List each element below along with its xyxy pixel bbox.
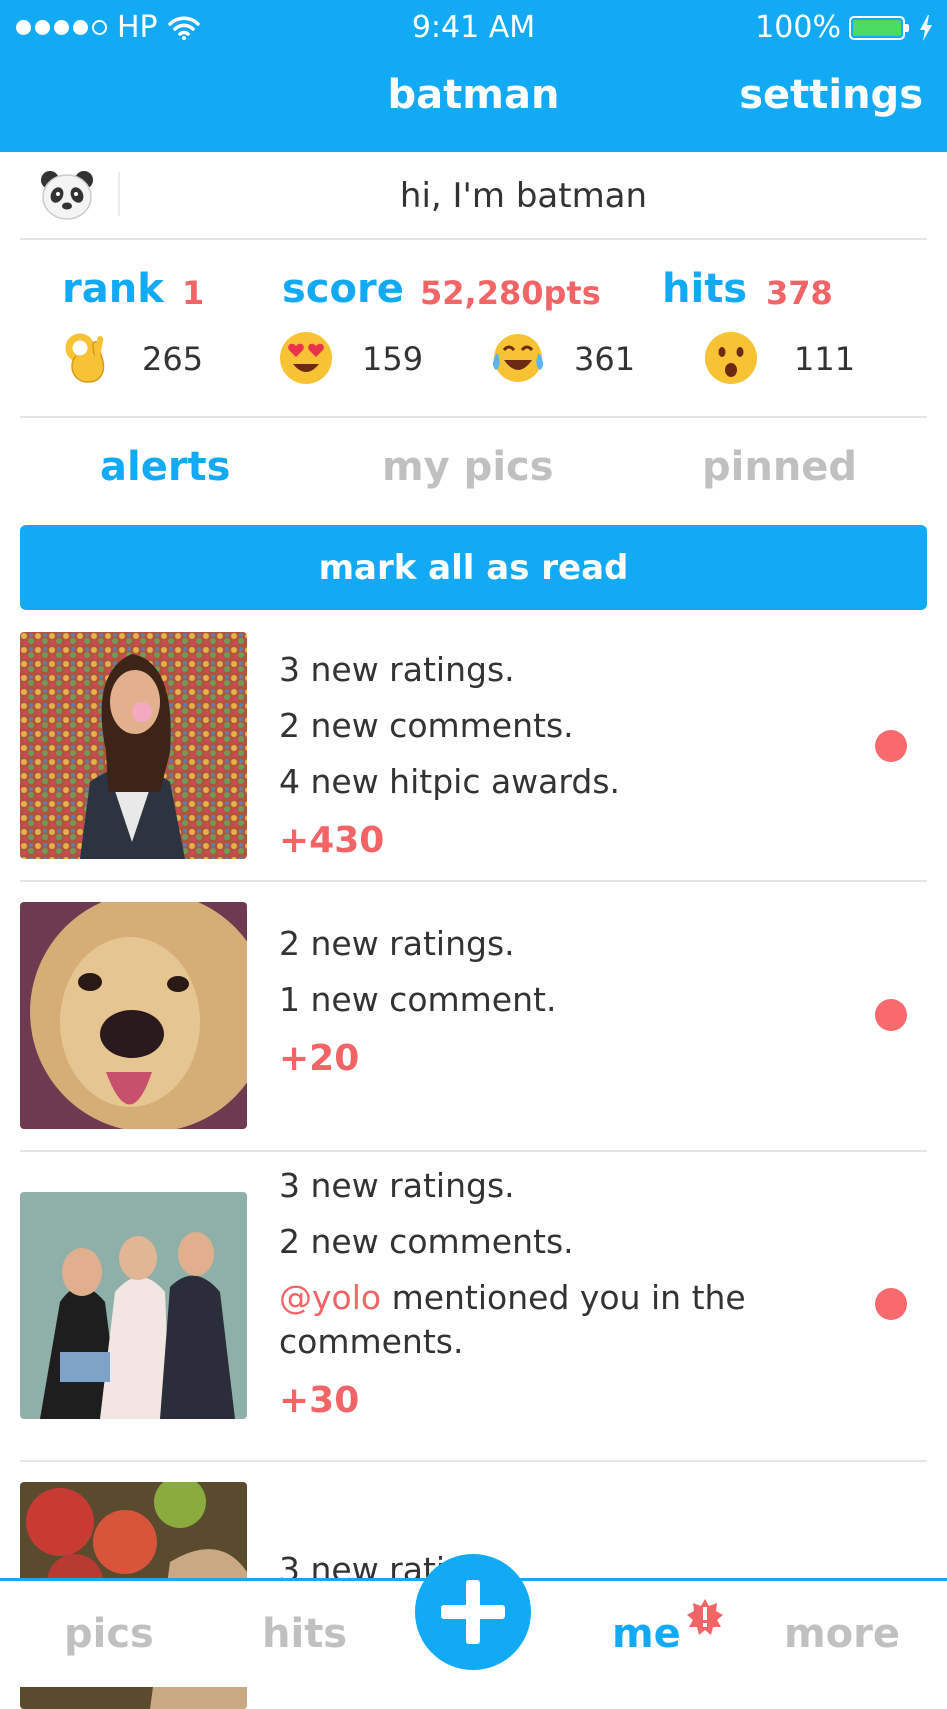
alert-item[interactable]: 3 new ratings. 2 new comments. @yolo men… [20, 1152, 927, 1462]
unread-indicator [875, 1288, 907, 1320]
reaction-count-surprised: 111 [794, 340, 856, 378]
reaction-count-heart-eyes: 159 [362, 340, 424, 378]
stats-panel: rank 1 score 52,280pts hits 378 265 159 … [20, 240, 927, 418]
unread-indicator [875, 730, 907, 762]
reaction-count-ok-hand: 265 [142, 340, 204, 378]
tab-hits[interactable]: hits [262, 1611, 347, 1657]
ok-hand-icon [65, 333, 105, 383]
mark-all-read-button[interactable]: mark all as read [20, 525, 927, 610]
hits-label: hits [662, 266, 748, 312]
tab-pinned[interactable]: pinned [702, 444, 857, 490]
tab-pics[interactable]: pics [64, 1611, 154, 1657]
battery-percentage: 100% [755, 10, 841, 45]
navigation-bar: batman settings [0, 58, 947, 152]
tab-more[interactable]: more [784, 1611, 900, 1657]
alert-item[interactable]: 2 new ratings. 1 new comment. +20 [20, 882, 927, 1152]
hits-value: 378 [766, 274, 833, 312]
photo-thumbnail[interactable] [20, 902, 247, 1129]
plus-icon [441, 1580, 505, 1644]
reaction-count-tears-of-joy: 361 [574, 340, 636, 378]
unread-indicator [875, 999, 907, 1031]
alert-line: 3 new ratings. [279, 650, 515, 689]
charging-bolt-icon [920, 14, 932, 41]
panda-icon[interactable] [40, 168, 94, 220]
settings-button[interactable]: settings [739, 72, 923, 118]
heart-eyes-icon [280, 332, 332, 384]
rank-label: rank [62, 266, 164, 312]
status-bar: HP 9:41 AM 100% [0, 0, 947, 58]
alert-text: 3 new ratings. 2 new comments. 4 new hit… [279, 642, 799, 872]
mention-username[interactable]: @yolo [279, 1278, 381, 1317]
surprised-face-icon [705, 332, 757, 384]
tab-me[interactable]: me [612, 1611, 681, 1657]
alert-text: 2 new ratings. 1 new comment. +20 [279, 916, 799, 1090]
alert-text: 3 new ratings. 2 new comments. @yolo men… [279, 1158, 799, 1432]
add-photo-button[interactable] [415, 1554, 531, 1670]
profile-bio: hi, I'm batman [399, 176, 648, 216]
notification-badge-icon [687, 1599, 723, 1635]
battery-info: 100% [755, 10, 933, 45]
photo-thumbnail[interactable] [20, 1192, 247, 1419]
score-label: score [282, 266, 404, 312]
tears-of-joy-icon [493, 334, 543, 382]
alert-line: 2 new comments. [279, 1222, 574, 1261]
alert-line: 1 new comment. [279, 980, 557, 1019]
score-value: 52,280pts [420, 274, 601, 312]
points-earned: +30 [279, 1380, 360, 1421]
tab-my-pics[interactable]: my pics [382, 444, 554, 490]
alert-line: 3 new ratings. [279, 1166, 515, 1205]
alert-item[interactable]: 3 new ratings. 2 new comments. 4 new hit… [20, 632, 927, 882]
photo-thumbnail[interactable] [20, 632, 247, 859]
rank-value: 1 [182, 274, 205, 312]
mention-line: @yolo mentioned you in the comments. [279, 1270, 799, 1370]
alert-line: 2 new ratings. [279, 924, 515, 963]
alert-line: 4 new hitpic awards. [279, 762, 621, 801]
profile-header: hi, I'm batman [20, 152, 927, 240]
battery-icon [849, 15, 909, 40]
points-earned: +430 [279, 820, 385, 861]
segment-tabs: alerts my pics pinned [0, 440, 947, 504]
tab-alerts[interactable]: alerts [100, 444, 231, 490]
points-earned: +20 [279, 1038, 360, 1079]
alert-line: 2 new comments. [279, 706, 574, 745]
